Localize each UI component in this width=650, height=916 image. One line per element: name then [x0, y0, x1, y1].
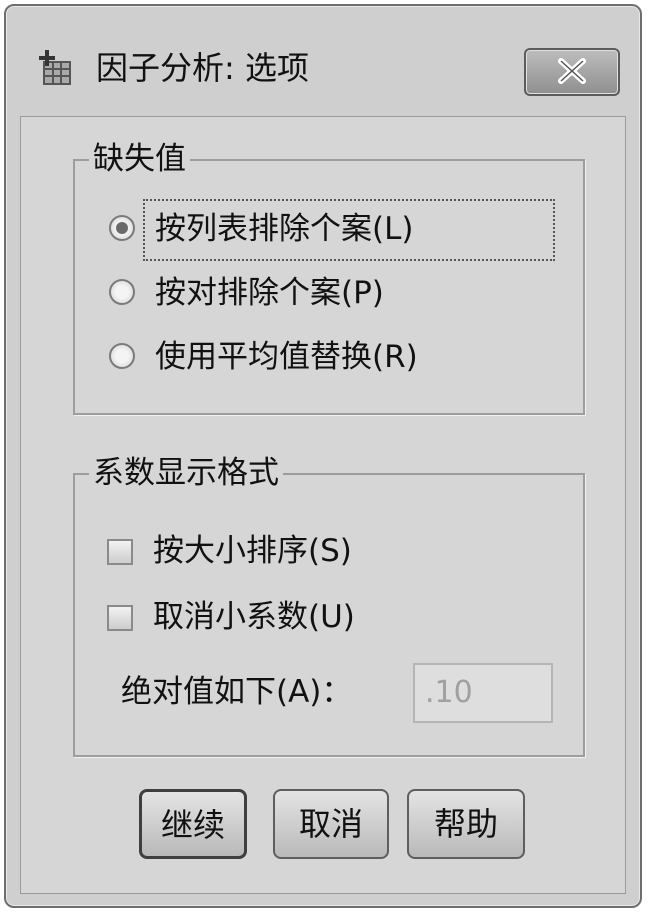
spss-app-icon — [36, 48, 76, 88]
radio-button[interactable] — [109, 215, 135, 241]
checkbox-suppress-small[interactable]: 取消小系数(U) — [107, 595, 507, 639]
close-icon — [558, 58, 586, 84]
cancel-button[interactable]: 取消 — [273, 789, 389, 859]
radio-button[interactable] — [109, 279, 135, 305]
missing-values-group: 缺失值 按列表排除个案(L) 按对排除个案(P) 使用平均值替换(R) — [73, 139, 585, 415]
absolute-value-label: 绝对值如下(A)： — [121, 674, 353, 710]
checkbox[interactable] — [107, 539, 133, 565]
radio-exclude-pairwise-label: 按对排除个案(P) — [155, 275, 384, 311]
radio-exclude-listwise-label: 按列表排除个案(L) — [155, 211, 414, 247]
factor-analysis-options-dialog: 因子分析: 选项 缺失值 按列表排除个案(L) 按对排除个案(P) 使用平均值替… — [4, 4, 642, 908]
radio-exclude-pairwise[interactable]: 按对排除个案(P) — [109, 271, 539, 315]
close-button[interactable] — [524, 48, 620, 96]
radio-button[interactable] — [109, 343, 135, 369]
help-button[interactable]: 帮助 — [407, 789, 525, 859]
coefficient-format-legend: 系数显示格式 — [89, 453, 283, 493]
window-title: 因子分析: 选项 — [96, 49, 309, 87]
continue-button[interactable]: 继续 — [139, 789, 247, 859]
title-bar: 因子分析: 选项 — [6, 6, 640, 126]
checkbox-sort-by-size-label: 按大小排序(S) — [153, 533, 352, 569]
radio-exclude-listwise[interactable]: 按列表排除个案(L) — [109, 207, 539, 251]
radio-replace-with-mean[interactable]: 使用平均值替换(R) — [109, 335, 539, 379]
absolute-value-input[interactable]: .10 — [413, 663, 553, 723]
dialog-body: 缺失值 按列表排除个案(L) 按对排除个案(P) 使用平均值替换(R) 系数显示… — [20, 116, 626, 894]
checkbox-sort-by-size[interactable]: 按大小排序(S) — [107, 529, 507, 573]
checkbox[interactable] — [107, 605, 133, 631]
radio-replace-with-mean-label: 使用平均值替换(R) — [155, 339, 418, 375]
missing-values-legend: 缺失值 — [89, 139, 190, 179]
checkbox-suppress-small-label: 取消小系数(U) — [153, 599, 355, 635]
